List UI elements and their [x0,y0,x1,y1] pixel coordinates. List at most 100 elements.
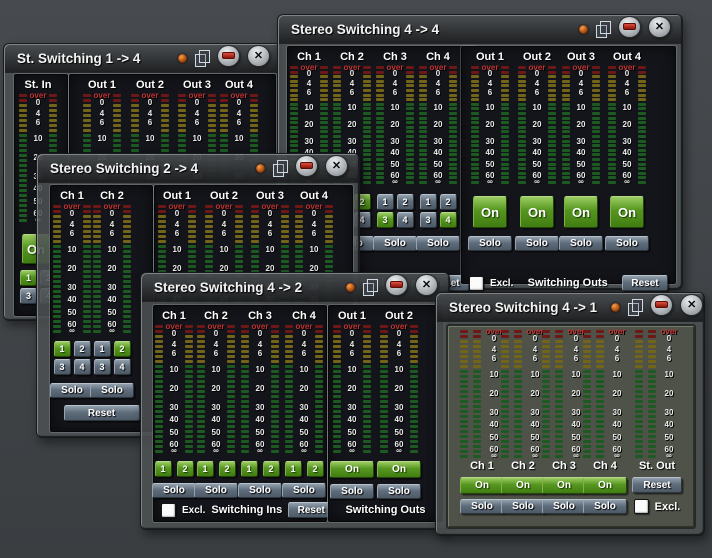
solo-button[interactable]: Solo [152,483,196,498]
solo-button[interactable]: Solo [50,383,94,398]
on-button[interactable]: On [377,461,421,478]
channel-group: Out 2 over046102030405060∞ On Solo [518,51,556,251]
route-button-2[interactable]: 2 [307,461,324,477]
route-button-1[interactable]: 1 [197,461,214,477]
route-button-3[interactable]: 3 [420,212,437,228]
copy-pages-icon[interactable] [627,299,643,316]
minimize-button[interactable] [385,274,408,296]
solo-button[interactable]: Solo [468,236,512,251]
channel-group: Ch 2 over046102030405060∞ 1 2 Solo [196,310,236,498]
solo-button[interactable]: Solo [542,499,586,514]
solo-button[interactable]: Solo [282,483,326,498]
close-button[interactable]: ✕ [415,274,438,296]
close-button[interactable]: ✕ [680,294,703,316]
minimize-icon [222,52,235,59]
titlebar[interactable]: Stereo Switching 4 -> 2 ✕ [142,274,448,302]
output-panel: Out 1 over046102030405060∞ On Solo Out 2… [461,46,676,284]
reset-button[interactable]: Reset [632,477,682,493]
on-button[interactable]: On [330,461,374,478]
channel-group: over046102030405060∞ Ch 1 On Solo [460,330,504,514]
solo-button[interactable]: Solo [559,236,603,251]
solo-button[interactable]: Solo [194,483,238,498]
route-button-3[interactable]: 3 [94,359,111,375]
excl-checkbox[interactable] [161,503,176,518]
route-button-3[interactable]: 3 [377,212,394,228]
route-grid: 1 2 3 4 [420,194,457,228]
route-button-2[interactable]: 2 [440,194,457,210]
copy-pages-icon[interactable] [194,50,210,67]
excl-checkbox[interactable] [634,499,649,514]
route-button-2[interactable]: 2 [263,461,280,477]
channel-group: over046102030405060∞ Ch 4 On Solo [583,330,627,514]
copy-pages-icon[interactable] [362,279,378,296]
route-button-2[interactable]: 2 [397,194,414,210]
route-button-4[interactable]: 4 [114,359,131,375]
titlebar[interactable]: Stereo Switching 4 -> 1 ✕ [437,294,703,322]
route-button-1[interactable]: 1 [241,461,258,477]
route-button-3[interactable]: 3 [54,359,71,375]
solo-button[interactable]: Solo [605,236,649,251]
solo-button[interactable]: Solo [238,483,282,498]
on-button[interactable]: On [610,196,644,228]
window-title: Stereo Switching 2 -> 4 [50,161,198,176]
solo-button[interactable]: Solo [330,484,374,499]
on-button[interactable]: On [501,477,545,494]
close-button[interactable]: ✕ [648,16,671,38]
route-button-2[interactable]: 2 [177,461,194,477]
route-button-2[interactable]: 2 [114,341,131,357]
minimize-icon [390,281,403,288]
titlebar[interactable]: Stereo Switching 4 -> 4 ✕ [279,16,681,44]
solo-button[interactable]: Solo [583,499,627,514]
minimize-button[interactable] [618,16,641,38]
route-button-4[interactable]: 4 [397,212,414,228]
titlebar[interactable]: St. Switching 1 -> 4 ✕ [5,45,280,73]
route-button-2[interactable]: 2 [219,461,236,477]
route-button-1[interactable]: 1 [94,341,111,357]
solo-button[interactable]: Solo [501,499,545,514]
solo-button[interactable]: Solo [373,236,417,251]
route-button-1[interactable]: 1 [155,461,172,477]
excl-checkbox[interactable] [469,276,484,291]
close-button[interactable]: ✕ [247,45,270,67]
on-button[interactable]: On [473,196,507,228]
on-button[interactable]: On [583,477,627,494]
route-button-2[interactable]: 2 [74,341,91,357]
route-button-4[interactable]: 4 [440,212,457,228]
channel-label: Ch 4 [593,460,617,475]
vu-meter: over046102030405060∞ [562,66,600,184]
titlebar[interactable]: Stereo Switching 2 -> 4 ✕ [38,155,358,183]
route-button-1[interactable]: 1 [377,194,394,210]
channel-group: Out 2 over046102030405060∞ On Solo [377,310,421,499]
route-button-1[interactable]: 1 [54,341,71,357]
close-button[interactable]: ✕ [325,155,348,177]
vu-meter: over046102030405060∞ [460,330,504,458]
copy-pages-icon[interactable] [272,160,288,177]
solo-button[interactable]: Solo [416,236,460,251]
on-button[interactable]: On [460,477,504,494]
output-panel: Out 1 over046102030405060∞ On Solo Out 2… [328,305,443,522]
minimize-button[interactable] [295,155,318,177]
route-button-1[interactable]: 1 [285,461,302,477]
minimize-button[interactable] [650,294,673,316]
reset-button[interactable]: Reset [64,405,140,421]
solo-button[interactable]: Solo [90,383,134,398]
excl-row: Excl. [634,499,681,514]
minimize-button[interactable] [217,45,240,67]
solo-button[interactable]: Solo [460,499,504,514]
solo-button[interactable]: Solo [377,484,421,499]
on-button[interactable]: On [564,196,598,228]
copy-pages-icon[interactable] [595,21,611,38]
route-row: 1 2 [285,461,324,477]
status-led-icon [256,164,265,173]
on-button[interactable]: On [542,477,586,494]
reset-button[interactable]: Reset [622,275,668,291]
route-button-3[interactable]: 3 [20,288,37,304]
route-button-1[interactable]: 1 [420,194,437,210]
window-title: Stereo Switching 4 -> 2 [154,280,302,295]
channel-group: Out 3 over046102030405060∞ On Solo [562,51,600,251]
solo-button[interactable]: Solo [515,236,559,251]
vu-meter: over046102030405060∞ [376,66,414,184]
route-button-4[interactable]: 4 [74,359,91,375]
route-button-1[interactable]: 1 [20,270,37,286]
on-button[interactable]: On [520,196,554,228]
